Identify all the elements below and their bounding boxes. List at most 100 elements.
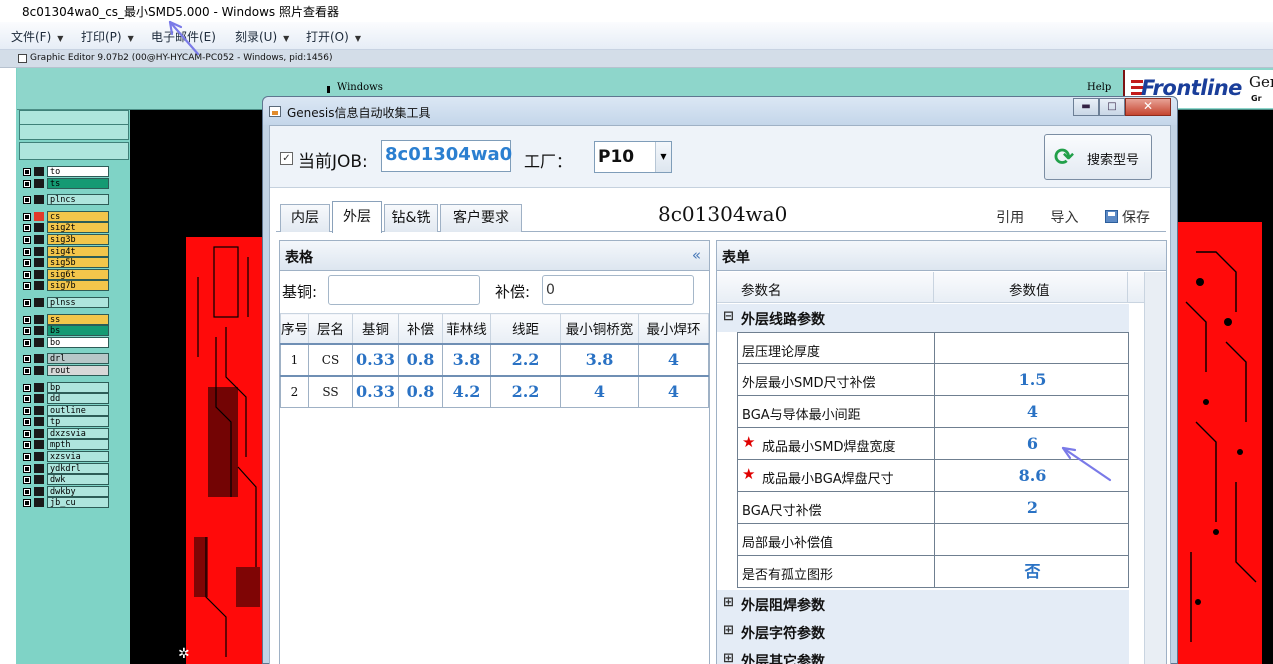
layer-name[interactable]: mpth (47, 439, 109, 451)
base-copper-input[interactable] (328, 275, 480, 305)
col-header[interactable]: 层名 (308, 313, 353, 344)
layer-checkbox[interactable] (23, 338, 31, 347)
form-scrollbar[interactable] (1144, 272, 1166, 664)
layer-row[interactable]: outline (20, 404, 110, 417)
layer-state-icon[interactable] (34, 428, 44, 438)
layer-name[interactable]: jb_cu (47, 497, 109, 509)
layer-checkbox[interactable] (23, 196, 31, 205)
layer-name[interactable]: sig4t (47, 245, 109, 257)
param-value-field[interactable]: 1.5 (934, 364, 1130, 395)
layer-name[interactable]: bo (47, 336, 109, 348)
layer-row[interactable]: dwk (20, 474, 110, 486)
layer-name[interactable]: ss (47, 313, 109, 325)
import-button[interactable]: 导入 (1051, 210, 1079, 226)
table-cell[interactable]: 0.8 (398, 342, 443, 376)
layer-row[interactable]: sig7b (20, 280, 110, 292)
menu-help[interactable]: Help (1087, 82, 1111, 93)
layer-name[interactable]: dwk (47, 474, 109, 486)
layer-checkbox[interactable] (23, 315, 31, 324)
table-cell[interactable]: 4 (638, 342, 709, 376)
tab-drill-mill[interactable]: 钻&铣 (384, 204, 438, 232)
layer-checkbox[interactable] (23, 259, 31, 268)
close-button[interactable]: ✕ (1125, 98, 1171, 116)
layer-name[interactable]: rout (47, 364, 109, 376)
group-outer-circuit[interactable]: ⊟ 外层线路参数 (717, 304, 1129, 332)
layer-name[interactable]: sig7b (47, 280, 109, 292)
save-button[interactable]: 保存 (1105, 210, 1150, 226)
table-cell[interactable]: 1 (280, 342, 309, 376)
layer-name[interactable]: dwkby (47, 485, 109, 497)
table-cell[interactable]: 2 (280, 374, 309, 408)
layer-state-icon[interactable] (34, 223, 44, 233)
col-header[interactable]: 序号 (280, 313, 309, 344)
layer-state-icon[interactable] (34, 365, 44, 375)
layer-checkbox[interactable] (23, 383, 31, 392)
layer-state-icon[interactable] (34, 269, 44, 279)
tab-outer-layer[interactable]: 外层 (332, 201, 382, 233)
layer-checkbox[interactable] (23, 406, 31, 415)
group-other[interactable]: ⊞ 外层其它参数 (717, 646, 1129, 664)
param-value-field[interactable]: 8.6 (934, 460, 1130, 491)
layer-checkbox[interactable] (23, 366, 31, 375)
menu-file[interactable]: 文件(F) ▼ (11, 28, 63, 45)
layer-name[interactable]: to (47, 166, 109, 177)
layer-name[interactable]: sig2t (47, 222, 109, 234)
layer-name[interactable]: ydkdrl (47, 462, 109, 474)
chevron-down-icon[interactable]: ▼ (655, 142, 671, 172)
menu-burn[interactable]: 刻录(U) ▼ (235, 28, 289, 45)
layer-row[interactable]: dd (20, 393, 110, 405)
job-checkbox[interactable]: ✓ (280, 152, 293, 165)
layer-row[interactable]: drl (20, 353, 110, 365)
comp-input[interactable]: 0 (542, 275, 694, 305)
layer-checkbox[interactable] (23, 418, 31, 427)
layer-name[interactable]: ts (47, 177, 109, 189)
layer-state-icon[interactable] (34, 475, 44, 485)
param-value-field[interactable] (934, 333, 1130, 364)
layer-row[interactable]: sig4t (20, 245, 110, 258)
param-value-field[interactable]: 2 (934, 492, 1130, 523)
layer-row[interactable]: sig3b (20, 233, 110, 246)
table-cell[interactable]: 2.2 (490, 374, 561, 408)
layer-row[interactable]: dwkby (20, 485, 110, 498)
menu-print[interactable]: 打印(P) ▼ (81, 28, 134, 45)
param-row[interactable]: 外层最小SMD尺寸补偿 1.5 (737, 364, 1129, 396)
layer-state-icon[interactable] (34, 281, 44, 291)
job-input[interactable]: 8c01304wa0 (381, 140, 512, 172)
table-cell[interactable]: 3.8 (442, 342, 491, 376)
maximize-button[interactable]: □ (1099, 98, 1125, 116)
layer-state-icon[interactable] (34, 498, 44, 508)
tab-customer-req[interactable]: 客户要求 (440, 204, 522, 232)
layer-row[interactable]: plnss (20, 296, 110, 309)
menu-windows[interactable]: Windows (327, 82, 383, 93)
layer-checkbox[interactable] (23, 224, 31, 233)
col-header[interactable]: 菲林线 (442, 313, 491, 344)
table-cell[interactable]: 0.33 (352, 374, 399, 408)
layer-row[interactable]: bs (20, 325, 110, 337)
param-row[interactable]: BGA与导体最小间距 4 (737, 396, 1129, 428)
layer-row[interactable]: xzsvia (20, 451, 110, 463)
layer-state-icon[interactable] (34, 405, 44, 415)
layer-checkbox[interactable] (23, 179, 31, 188)
param-row[interactable]: ★ 成品最小SMD焊盘宽度 6 (737, 428, 1129, 460)
cite-button[interactable]: 引用 (996, 210, 1024, 226)
layer-name[interactable]: plncs (47, 194, 109, 206)
table-cell[interactable]: 0.33 (352, 342, 399, 376)
layer-row[interactable]: to (20, 166, 110, 178)
layer-checkbox[interactable] (23, 282, 31, 291)
layer-state-icon[interactable] (34, 178, 44, 188)
layer-name[interactable]: outline (47, 404, 109, 416)
param-value-field[interactable]: 4 (934, 396, 1130, 427)
layer-state-icon[interactable] (34, 314, 44, 324)
layer-row[interactable]: sig6t (20, 268, 110, 281)
table-row[interactable]: 1 CS 0.33 0.8 3.8 2.2 3.8 4 (280, 342, 709, 376)
layer-row[interactable]: bo (20, 336, 110, 349)
param-value-field[interactable] (934, 524, 1130, 555)
expand-plus-icon[interactable]: ⊞ (723, 595, 734, 610)
layer-checkbox[interactable] (23, 168, 31, 176)
layer-state-icon[interactable] (34, 354, 44, 364)
minimize-button[interactable]: ▬ (1073, 98, 1099, 116)
tab-inner-layer[interactable]: 内层 (280, 204, 330, 232)
col-header[interactable]: 最小焊环 (638, 313, 709, 344)
layer-checkbox[interactable] (23, 453, 31, 462)
layer-name[interactable]: cs (47, 210, 109, 222)
